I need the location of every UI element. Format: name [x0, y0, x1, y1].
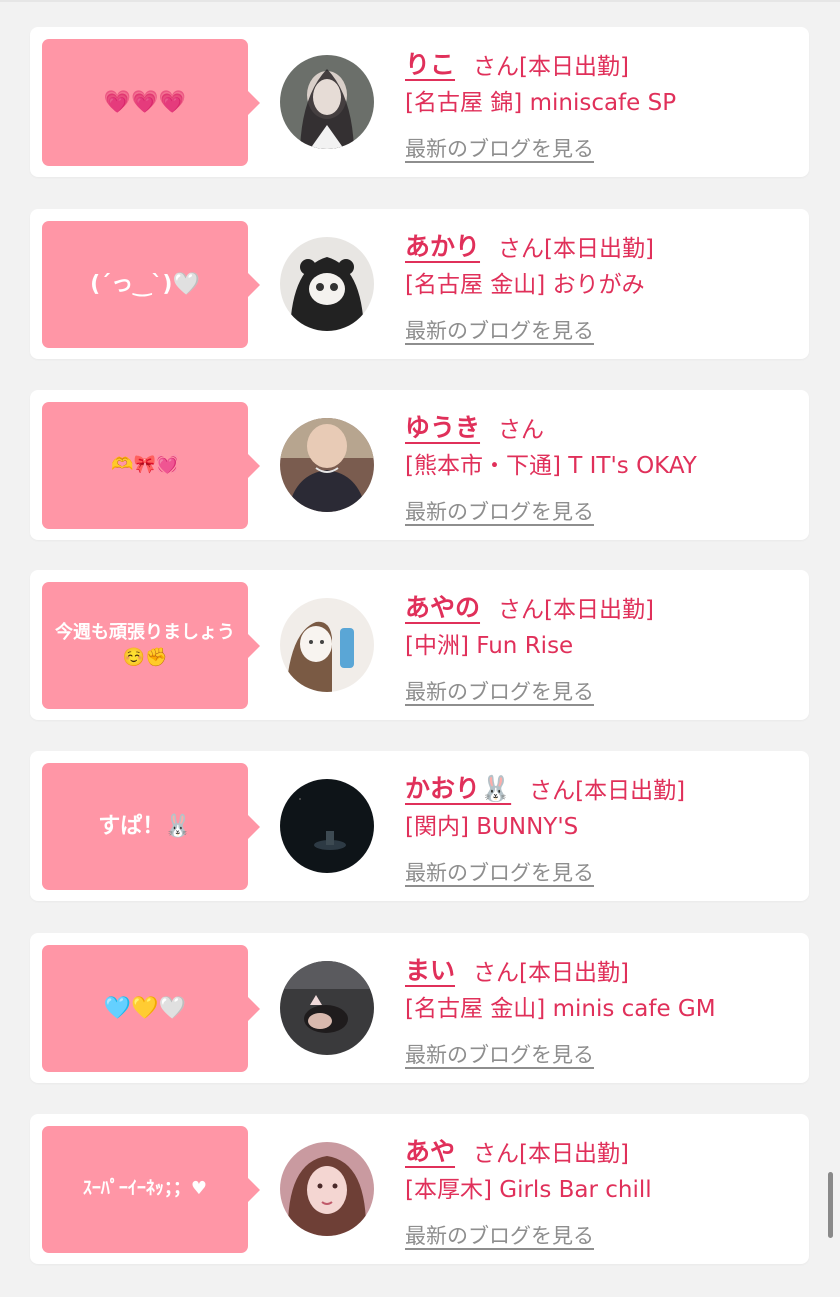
cast-name-link[interactable]: りこ: [405, 45, 455, 81]
status-text: [本日出勤]: [519, 960, 629, 986]
latest-blog-link[interactable]: 最新のブログを見る: [405, 1039, 594, 1069]
message-bubble: 💗💗💗: [42, 39, 260, 166]
avatar[interactable]: [280, 55, 374, 149]
shop-name: [熊本市・下通] T IT's OKAY: [405, 453, 697, 479]
cast-name-link[interactable]: まい: [405, 951, 455, 987]
cast-name-link[interactable]: あや: [405, 1132, 455, 1168]
shop-name: [名古屋 金山] minis cafe GM: [405, 996, 716, 1022]
cast-name-link[interactable]: かおり🐰: [405, 769, 511, 805]
latest-blog-link[interactable]: 最新のブログを見る: [405, 133, 594, 163]
message-bubble: (ˊっ‿ˋ)🤍: [42, 221, 260, 348]
cast-info: あかり さん [本日出勤] [名古屋 金山] おりがみ 最新のブログを見る: [405, 219, 799, 345]
cast-info: あや さん [本日出勤] [本厚木] Girls Bar chill 最新のブログ…: [405, 1124, 799, 1250]
cast-card[interactable]: (ˊっ‿ˋ)🤍 あかり さん [本日出勤] [名古屋 金山] おりがみ 最新のブロ…: [30, 209, 809, 359]
message-bubble: 🩵💛🤍: [42, 945, 260, 1072]
status-text: [本日出勤]: [519, 54, 629, 80]
scrollbar[interactable]: [828, 1172, 833, 1238]
latest-blog-link[interactable]: 最新のブログを見る: [405, 315, 594, 345]
latest-blog-link[interactable]: 最新のブログを見る: [405, 496, 594, 526]
honorific: さん: [473, 54, 520, 80]
cast-card[interactable]: 今週も頑張りましょう☺️✊ あやの さん [本日出勤] [中洲] Fun Rise…: [30, 570, 809, 720]
honorific: さん: [473, 960, 520, 986]
shop-name: [本厚木] Girls Bar chill: [405, 1177, 652, 1203]
status-text: [本日出勤]: [519, 1141, 629, 1167]
honorific: さん: [498, 597, 545, 623]
latest-blog-link[interactable]: 最新のブログを見る: [405, 857, 594, 887]
message-bubble: 🫶🎀💓: [42, 402, 260, 529]
honorific: さん: [498, 236, 545, 262]
cast-card[interactable]: ｽｰﾊﾟｰｲｰﾈｯ；；♥ あや さん [本日出勤] [本厚木] Girls Bar…: [30, 1114, 809, 1264]
message-bubble: すぱ！🐰: [42, 763, 260, 890]
status-text: [本日出勤]: [544, 597, 654, 623]
message-bubble: 今週も頑張りましょう☺️✊: [42, 582, 260, 709]
avatar[interactable]: [280, 1142, 374, 1236]
avatar[interactable]: [280, 598, 374, 692]
avatar[interactable]: [280, 237, 374, 331]
cast-info: りこ さん [本日出勤] [名古屋 錦] miniscafe SP 最新のブログを…: [405, 37, 799, 163]
status-text: [本日出勤]: [575, 778, 686, 804]
cast-info: ゆうき さん [熊本市・下通] T IT's OKAY 最新のブログを見る: [405, 400, 799, 526]
cast-name-link[interactable]: あかり: [405, 227, 480, 263]
shop-name: [名古屋 錦] miniscafe SP: [405, 90, 677, 116]
honorific: さん: [498, 417, 545, 443]
honorific: さん: [473, 1141, 520, 1167]
honorific: さん: [529, 778, 576, 804]
latest-blog-link[interactable]: 最新のブログを見る: [405, 676, 594, 706]
cast-info: まい さん [本日出勤] [名古屋 金山] minis cafe GM 最新のブロ…: [405, 943, 799, 1069]
cast-list: 💗💗💗 りこ さん [本日出勤] [名古屋 錦] miniscafe SP 最新の…: [0, 0, 840, 1297]
cast-info: かおり🐰 さん [本日出勤] [関内] BUNNY'S 最新のブログを見る: [405, 761, 799, 887]
avatar[interactable]: [280, 961, 374, 1055]
cast-card[interactable]: 🩵💛🤍 まい さん [本日出勤] [名古屋 金山] minis cafe GM 最…: [30, 933, 809, 1083]
cast-card[interactable]: すぱ！🐰 かおり🐰 さん [本日出勤] [関内] BUNNY'S 最新のブログを見…: [30, 751, 809, 901]
cast-name-link[interactable]: ゆうき: [405, 408, 480, 444]
cast-card[interactable]: 💗💗💗 りこ さん [本日出勤] [名古屋 錦] miniscafe SP 最新の…: [30, 27, 809, 177]
top-divider: [0, 0, 840, 2]
avatar[interactable]: [280, 418, 374, 512]
cast-card[interactable]: 🫶🎀💓 ゆうき さん [熊本市・下通] T IT's OKAY 最新のブログを見…: [30, 390, 809, 540]
message-bubble: ｽｰﾊﾟｰｲｰﾈｯ；；♥: [42, 1126, 260, 1253]
shop-name: [中洲] Fun Rise: [405, 633, 574, 659]
shop-name: [名古屋 金山] おりがみ: [405, 272, 645, 298]
cast-info: あやの さん [本日出勤] [中洲] Fun Rise 最新のブログを見る: [405, 580, 799, 706]
shop-name: [関内] BUNNY'S: [405, 814, 579, 840]
latest-blog-link[interactable]: 最新のブログを見る: [405, 1220, 594, 1250]
avatar[interactable]: [280, 779, 374, 873]
status-text: [本日出勤]: [544, 236, 654, 262]
cast-name-link[interactable]: あやの: [405, 588, 480, 624]
